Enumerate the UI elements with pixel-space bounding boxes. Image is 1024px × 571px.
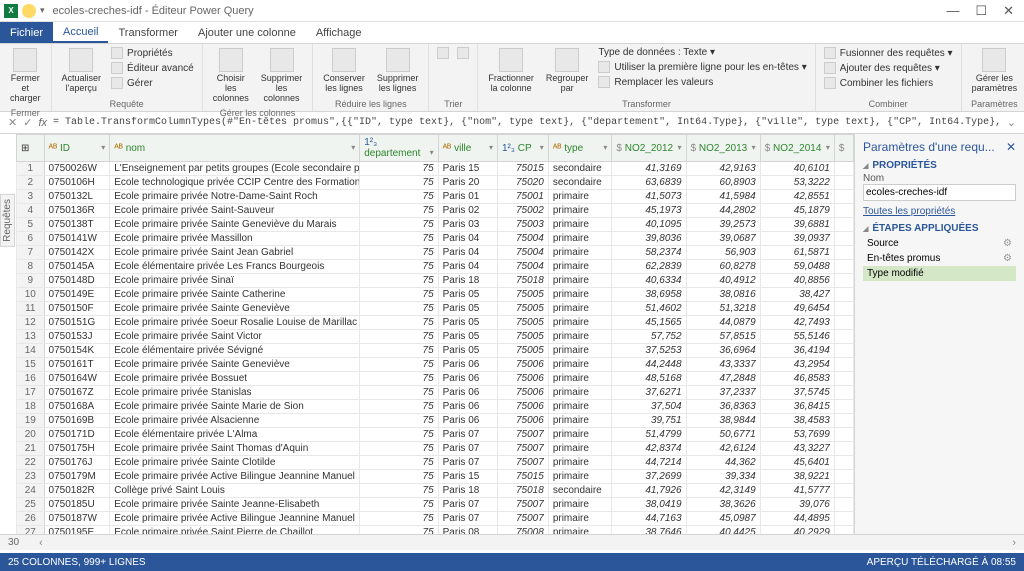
query-name-input[interactable] [863, 184, 1016, 201]
col-n14[interactable]: $ NO2_2014▾ [760, 135, 834, 162]
corner-cell[interactable]: ⊞ [17, 135, 45, 162]
panel-close-icon[interactable]: ✕ [1006, 140, 1016, 154]
table-row[interactable]: 260750187WEcole primaire privée Active B… [17, 512, 854, 526]
col-extra[interactable]: $ [834, 135, 853, 162]
table-row[interactable]: 60750141WEcole primaire privée Massillon… [17, 232, 854, 246]
gear-icon[interactable]: ⚙ [1003, 253, 1012, 264]
table-row[interactable]: 210750175HEcole primaire privée Saint Th… [17, 442, 854, 456]
status-left: 25 COLONNES, 999+ LIGNES [8, 557, 146, 568]
table-row[interactable]: 240750182RCollège privé Saint Louis75Par… [17, 484, 854, 498]
replace-button[interactable]: Remplacer les valeurs [596, 75, 808, 89]
step-source[interactable]: Source⚙ [863, 236, 1016, 251]
col-dep[interactable]: 1²₃ departement▾ [360, 135, 438, 162]
table-row[interactable]: 140750154KEcole élémentaire privée Sévig… [17, 344, 854, 358]
menu-chevron-icon[interactable]: ▾ [40, 5, 45, 16]
removerows-button[interactable]: Supprimer les lignes [373, 46, 423, 96]
table-row[interactable]: 220750176JEcole primaire privée Sainte C… [17, 456, 854, 470]
close-icon[interactable]: ✕ [1003, 3, 1014, 19]
fx-icon: fx [38, 117, 47, 129]
col-n12[interactable]: $ NO2_2012▾ [612, 135, 686, 162]
maximize-icon[interactable]: ☐ [975, 3, 987, 19]
firstrow-button[interactable]: Utiliser la première ligne pour les en-t… [596, 60, 808, 74]
table-row[interactable]: 70750142XEcole primaire privée Saint Jea… [17, 246, 854, 260]
col-ville[interactable]: ᴬᴮ ville▾ [438, 135, 497, 162]
datatype-button[interactable]: Type de données : Texte ▾ [596, 46, 808, 59]
queries-sidetab[interactable]: Requêtes [0, 194, 15, 247]
close-formula-icon[interactable]: ✕ [8, 116, 17, 129]
table-row[interactable]: 250750185UEcole primaire privée Sainte J… [17, 498, 854, 512]
expand-formula-icon[interactable]: ⌄ [1007, 116, 1016, 129]
gear-icon[interactable]: ⚙ [1003, 238, 1012, 249]
refresh-button[interactable]: Actualiser l'aperçu [58, 46, 106, 96]
removecols-button[interactable]: Supprimer les colonnes [257, 46, 307, 106]
step-changedtype[interactable]: Type modifié [863, 266, 1016, 281]
table-row[interactable]: 100750149EEcole primaire privée Sainte C… [17, 288, 854, 302]
table-row[interactable]: 170750167ZEcole primaire privée Stanisla… [17, 386, 854, 400]
window-title: ecoles-creches-idf - Éditeur Power Query [53, 5, 254, 17]
table-row[interactable]: 50750138TEcole primaire privée Sainte Ge… [17, 218, 854, 232]
table-row[interactable]: 270750195EEcole primaire privée Saint Pi… [17, 526, 854, 535]
table-row[interactable]: 180750168AEcole primaire privée Sainte M… [17, 400, 854, 414]
tab-view[interactable]: Affichage [306, 24, 372, 42]
col-nom[interactable]: ᴬᴮ nom▾ [110, 135, 360, 162]
scroll-left-icon[interactable]: ‹ [39, 537, 43, 549]
panel-props-header[interactable]: PROPRIÉTÉS [863, 160, 1016, 171]
combinefiles-button[interactable]: Combiner les fichiers [822, 76, 955, 90]
col-cp[interactable]: 1²₃ CP▾ [497, 135, 548, 162]
table-row[interactable]: 160750164WEcole primaire privée Bossuet7… [17, 372, 854, 386]
table-row[interactable]: 200750171DEcole élémentaire privée L'Alm… [17, 428, 854, 442]
row-30-label: 30 [8, 537, 19, 548]
append-button[interactable]: Ajouter des requêtes ▾ [822, 61, 955, 75]
table-row[interactable]: 40750136REcole primaire privée Saint-Sau… [17, 204, 854, 218]
properties-button[interactable]: Propriétés [109, 46, 196, 60]
table-row[interactable]: 190750169BEcole primaire privée Alsacien… [17, 414, 854, 428]
face-icon [22, 4, 36, 18]
table-row[interactable]: 230750179MEcole primaire privée Active B… [17, 470, 854, 484]
panel-title: Paramètres d'une requ... [863, 140, 995, 154]
table-row[interactable]: 30750132LEcole primaire privée Notre-Dam… [17, 190, 854, 204]
manage-button[interactable]: Gérer [109, 76, 196, 90]
params-button[interactable]: Gérer les paramètres [968, 46, 1022, 96]
file-tab[interactable]: Fichier [0, 22, 53, 43]
col-type[interactable]: ᴬᴮ type▾ [548, 135, 612, 162]
scroll-right-icon[interactable]: › [1012, 537, 1016, 549]
name-label: Nom [863, 173, 1016, 184]
table-row[interactable]: 120750151GEcole primaire privée Soeur Ro… [17, 316, 854, 330]
table-row[interactable]: 150750161TEcole primaire privée Sainte G… [17, 358, 854, 372]
col-id[interactable]: ᴬᴮ ID▾ [44, 135, 110, 162]
panel-steps-header[interactable]: ÉTAPES APPLIQUÉES [863, 223, 1016, 234]
table-row[interactable]: 80750145AEcole élémentaire privée Les Fr… [17, 260, 854, 274]
choosecols-button[interactable]: Choisir les colonnes [209, 46, 253, 106]
sort-desc-button[interactable] [455, 46, 471, 60]
table-row[interactable]: 110750150FEcole primaire privée Sainte G… [17, 302, 854, 316]
close-load-button[interactable]: Fermer et charger [6, 46, 45, 106]
sort-asc-button[interactable] [435, 46, 451, 60]
check-formula-icon[interactable]: ✓ [23, 116, 32, 129]
table-row[interactable]: 130750153JEcole primaire privée Saint Vi… [17, 330, 854, 344]
tab-home[interactable]: Accueil [53, 23, 108, 43]
table-row[interactable]: 10750026WL'Enseignement par petits group… [17, 162, 854, 176]
merge-button[interactable]: Fusionner des requêtes ▾ [822, 46, 955, 60]
col-n13[interactable]: $ NO2_2013▾ [686, 135, 760, 162]
formula-input[interactable]: = Table.TransformColumnTypes(#"En-têtes … [53, 117, 1001, 128]
table-row[interactable]: 90750148DEcole primaire privée Sinaï75Pa… [17, 274, 854, 288]
data-table: ⊞ ᴬᴮ ID▾ ᴬᴮ nom▾ 1²₃ departement▾ ᴬᴮ vil… [16, 134, 854, 534]
all-props-link[interactable]: Toutes les propriétés [863, 206, 955, 217]
adveditor-button[interactable]: Éditeur avancé [109, 61, 196, 75]
group-button[interactable]: Regrouper par [542, 46, 593, 96]
excel-icon: X [4, 4, 18, 18]
split-button[interactable]: Fractionner la colonne [484, 46, 538, 96]
tab-transform[interactable]: Transformer [108, 24, 188, 42]
table-row[interactable]: 20750106HEcole technologique privée CCIP… [17, 176, 854, 190]
keeprows-button[interactable]: Conserver les lignes [319, 46, 369, 96]
tab-addcol[interactable]: Ajouter une colonne [188, 24, 306, 42]
status-right: APERÇU TÉLÉCHARGÉ À 08:55 [867, 557, 1016, 568]
step-promoted[interactable]: En-têtes promus⚙ [863, 251, 1016, 266]
minimize-icon[interactable]: — [946, 3, 959, 19]
